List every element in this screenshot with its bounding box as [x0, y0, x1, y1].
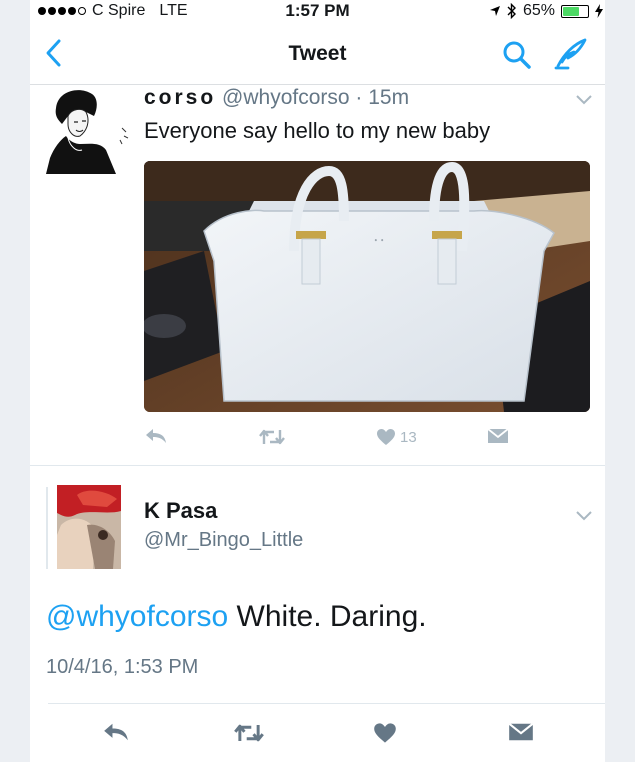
thread-line — [46, 487, 48, 569]
reply-button[interactable] — [145, 428, 167, 444]
reply-mention-link[interactable]: @whyofcorso — [46, 600, 228, 633]
svg-text:• •: • • — [374, 237, 384, 245]
reply-icon — [104, 723, 128, 741]
reply-menu-button[interactable] — [576, 508, 592, 526]
search-icon — [503, 41, 531, 69]
retweet-icon — [234, 724, 264, 742]
nav-bar: Tweet — [30, 26, 605, 85]
reply-avatar-image — [57, 485, 121, 569]
tweet-author-handle[interactable]: @whyofcorso — [222, 86, 350, 109]
tweet-author-name[interactable]: corso — [144, 86, 216, 109]
like-count: 13 — [400, 428, 417, 446]
tweet-divider — [30, 465, 605, 466]
reply-text: @whyofcorso White. Daring. — [46, 600, 427, 634]
reply-share-dm-button[interactable] — [508, 722, 534, 747]
envelope-icon — [487, 428, 509, 443]
heart-icon — [374, 723, 396, 743]
reply-author-handle[interactable]: @Mr_Bingo_Little — [144, 529, 303, 552]
retweet-button[interactable] — [258, 428, 286, 446]
envelope-icon — [508, 722, 534, 741]
tweet-time-ago: 15m — [368, 86, 410, 109]
tweet-text: Everyone say hello to my new baby — [144, 118, 491, 143]
reply-author-name[interactable]: K Pasa — [144, 498, 217, 524]
battery-icon — [561, 4, 589, 18]
tweet-separator: · — [355, 86, 363, 109]
reply-body: White. Daring. — [228, 600, 427, 633]
chevron-down-icon — [576, 95, 592, 105]
reply-actions — [0, 720, 635, 750]
heart-icon — [377, 429, 395, 445]
status-right: 65% — [489, 2, 603, 20]
reply-divider — [48, 703, 605, 704]
search-button[interactable] — [502, 40, 532, 75]
bluetooth-icon — [507, 3, 516, 19]
location-arrow-icon — [489, 6, 500, 16]
like-button[interactable]: 13 — [376, 428, 417, 446]
battery-fill — [563, 6, 579, 16]
compose-feather-icon — [554, 38, 587, 70]
handbag-photo-illustration: • • — [144, 161, 590, 412]
chevron-down-icon — [576, 511, 592, 521]
reply-icon — [146, 429, 166, 443]
avatar-illustration — [46, 88, 132, 174]
reply-avatar[interactable] — [57, 485, 121, 569]
tweet-menu-button[interactable] — [576, 92, 592, 110]
battery-percent: 65% — [522, 2, 555, 19]
reply-timestamp: 10/4/16, 1:53 PM — [46, 656, 199, 678]
share-dm-button[interactable] — [487, 428, 509, 444]
reply-reply-button[interactable] — [103, 722, 129, 747]
tweet-actions: 13 — [0, 428, 635, 452]
tweet-header: corso @whyofcorso · 15m — [144, 86, 409, 110]
avatar[interactable] — [46, 88, 132, 174]
tweet-photo[interactable]: • • — [144, 161, 590, 412]
compose-button[interactable] — [554, 38, 588, 75]
charging-bolt-icon — [595, 4, 603, 18]
left-margin — [0, 0, 30, 762]
right-margin — [605, 0, 635, 762]
reply-like-button[interactable] — [373, 722, 397, 749]
reply-retweet-button[interactable] — [233, 722, 265, 749]
status-bar: C Spire LTE 1:57 PM 65% — [0, 0, 635, 22]
retweet-icon — [259, 429, 285, 445]
